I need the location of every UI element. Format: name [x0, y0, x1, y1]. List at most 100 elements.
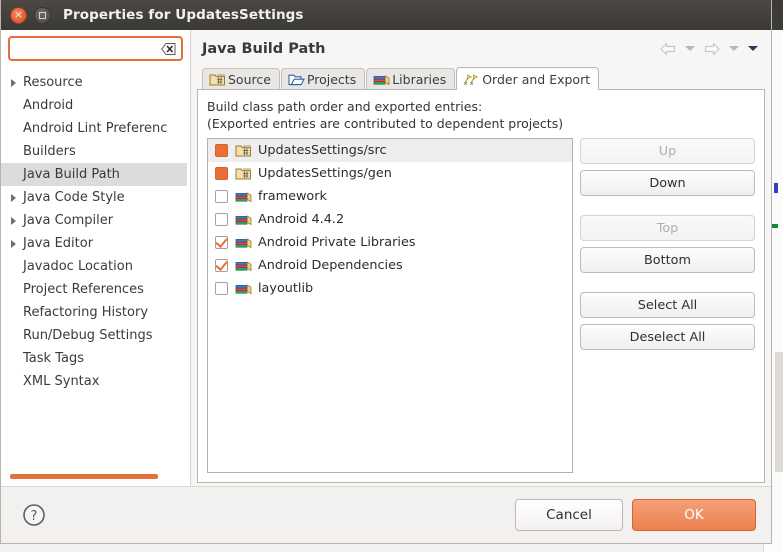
panel-description-line1: Build class path order and exported entr… [207, 99, 483, 114]
help-question-icon[interactable]: ? [21, 502, 47, 528]
classpath-entry-row[interactable]: layoutlib [208, 277, 572, 300]
page-nav-icons [657, 30, 761, 67]
footer-buttons: Cancel OK [515, 498, 756, 531]
order-and-export-panel: Build class path order and exported entr… [197, 89, 765, 483]
classpath-entries-list[interactable]: UpdatesSettings/src UpdatesSettings/gen fr… [207, 138, 573, 473]
classpath-entry-row[interactable]: framework [208, 185, 572, 208]
ok-button[interactable]: OK [632, 498, 756, 531]
classpath-entry-label: framework [258, 189, 327, 204]
classpath-entry-row[interactable]: UpdatesSettings/src [208, 139, 572, 162]
deselect-all-button[interactable]: Deselect All [580, 324, 755, 350]
sidebar-item-label: Java Build Path [23, 167, 120, 182]
libraries-books-icon [373, 72, 390, 87]
classpath-entry-row[interactable]: Android Dependencies [208, 254, 572, 277]
tab-label: Order and Export [482, 71, 591, 87]
libraries-books-icon [235, 235, 254, 250]
export-checkbox[interactable] [215, 236, 228, 249]
filter-search-area [1, 30, 190, 66]
settings-sidebar: Resource Android Android Lint Preferenc Bui… [1, 30, 191, 486]
source-folder-icon [235, 143, 254, 158]
settings-category-tree[interactable]: Resource Android Android Lint Preferenc Bui… [1, 67, 190, 474]
sidebar-item-java-editor[interactable]: Java Editor [1, 232, 190, 255]
panel-description-line2: (Exported entries are contributed to dep… [207, 116, 564, 131]
classpath-entry-row[interactable]: Android 4.4.2 [208, 208, 572, 231]
export-checkbox[interactable] [215, 282, 228, 295]
tab-order-and-export[interactable]: Order and Export [456, 67, 600, 90]
export-checkbox[interactable] [215, 144, 228, 157]
classpath-entry-label: Android Private Libraries [258, 235, 416, 250]
sidebar-item-java-build-path[interactable]: Java Build Path [1, 163, 187, 186]
build-path-tabs[interactable]: Source Projects Libraries Order and Export [197, 67, 765, 90]
classpath-entry-row[interactable]: Android Private Libraries [208, 231, 572, 254]
sidebar-item-java-code-style[interactable]: Java Code Style [1, 186, 190, 209]
search-input[interactable] [10, 38, 181, 59]
sidebar-item-refactoring-history[interactable]: Refactoring History [1, 301, 190, 324]
forward-history-chevron-down-icon[interactable] [726, 38, 742, 60]
close-icon[interactable] [10, 6, 27, 24]
background-marker-green [772, 224, 778, 228]
expand-caret-icon[interactable] [5, 239, 21, 248]
classpath-entry-label: Android 4.4.2 [258, 212, 345, 227]
tab-label: Projects [306, 72, 357, 87]
sidebar-item-run-debug-settings[interactable]: Run/Debug Settings [1, 324, 190, 347]
select-all-button[interactable]: Select All [580, 292, 755, 318]
classpath-entry-label: UpdatesSettings/src [258, 143, 387, 158]
sidebar-hscrollbar-thumb[interactable] [10, 474, 158, 479]
export-checkbox[interactable] [215, 213, 228, 226]
sidebar-item-android[interactable]: Android [1, 94, 190, 117]
classpath-entry-row[interactable]: UpdatesSettings/gen [208, 162, 572, 185]
tab-source[interactable]: Source [202, 68, 280, 90]
search-box[interactable] [8, 36, 183, 61]
background-marker-grey [775, 352, 783, 472]
expand-caret-icon[interactable] [5, 193, 21, 202]
sidebar-item-label: Java Code Style [23, 190, 125, 205]
view-menu-chevron-down-icon[interactable] [745, 38, 761, 60]
libraries-books-icon [235, 258, 254, 273]
sidebar-item-resource[interactable]: Resource [1, 71, 190, 94]
libraries-books-icon [235, 281, 254, 296]
sidebar-item-label: Builders [23, 144, 76, 159]
clear-text-icon[interactable] [161, 42, 176, 55]
sidebar-hscrollbar-track[interactable] [1, 474, 190, 483]
sidebar-item-project-references[interactable]: Project References [1, 278, 190, 301]
cancel-button[interactable]: Cancel [515, 498, 623, 531]
bottom-button[interactable]: Bottom [580, 247, 755, 273]
source-folder-icon [209, 72, 226, 87]
page-header: Java Build Path [191, 30, 771, 67]
projects-folder-icon [288, 72, 305, 87]
export-checkbox[interactable] [215, 190, 228, 203]
sidebar-item-java-compiler[interactable]: Java Compiler [1, 209, 190, 232]
sidebar-item-label: Java Compiler [23, 213, 114, 228]
sidebar-item-android-lint-preferenc[interactable]: Android Lint Preferenc [1, 117, 190, 140]
tab-label: Libraries [392, 72, 447, 87]
sidebar-item-xml-syntax[interactable]: XML Syntax [1, 370, 190, 393]
export-checkbox[interactable] [215, 167, 228, 180]
expand-caret-icon[interactable] [5, 216, 21, 225]
top-button: Top [580, 215, 755, 241]
tab-libraries[interactable]: Libraries [366, 68, 456, 90]
back-history-chevron-down-icon[interactable] [682, 38, 698, 60]
sidebar-item-label: Refactoring History [23, 305, 149, 320]
expand-caret-icon[interactable] [5, 78, 21, 87]
tab-projects[interactable]: Projects [280, 68, 366, 90]
classpath-entry-label: Android Dependencies [258, 258, 403, 273]
back-arrow-icon[interactable] [657, 38, 679, 60]
sidebar-item-label: XML Syntax [23, 374, 100, 389]
order-export-icon [463, 72, 480, 87]
down-button[interactable]: Down [580, 170, 755, 196]
libraries-books-icon [235, 189, 254, 204]
maximize-icon[interactable] [34, 6, 51, 24]
sidebar-item-label: Android [23, 98, 74, 113]
export-checkbox[interactable] [215, 259, 228, 272]
sidebar-item-task-tags[interactable]: Task Tags [1, 347, 190, 370]
sidebar-item-builders[interactable]: Builders [1, 140, 190, 163]
forward-arrow-icon[interactable] [701, 38, 723, 60]
background-marker-blue [774, 183, 778, 193]
window-title: Properties for UpdatesSettings [63, 7, 304, 23]
page-title: Java Build Path [202, 40, 326, 57]
content-pane: Source Projects Libraries Order and Export … [197, 67, 765, 483]
window-titlebar: Properties for UpdatesSettings [1, 0, 771, 30]
classpath-entry-label: layoutlib [258, 281, 314, 296]
sidebar-item-javadoc-location[interactable]: Javadoc Location [1, 255, 190, 278]
sidebar-item-label: Resource [23, 75, 83, 90]
